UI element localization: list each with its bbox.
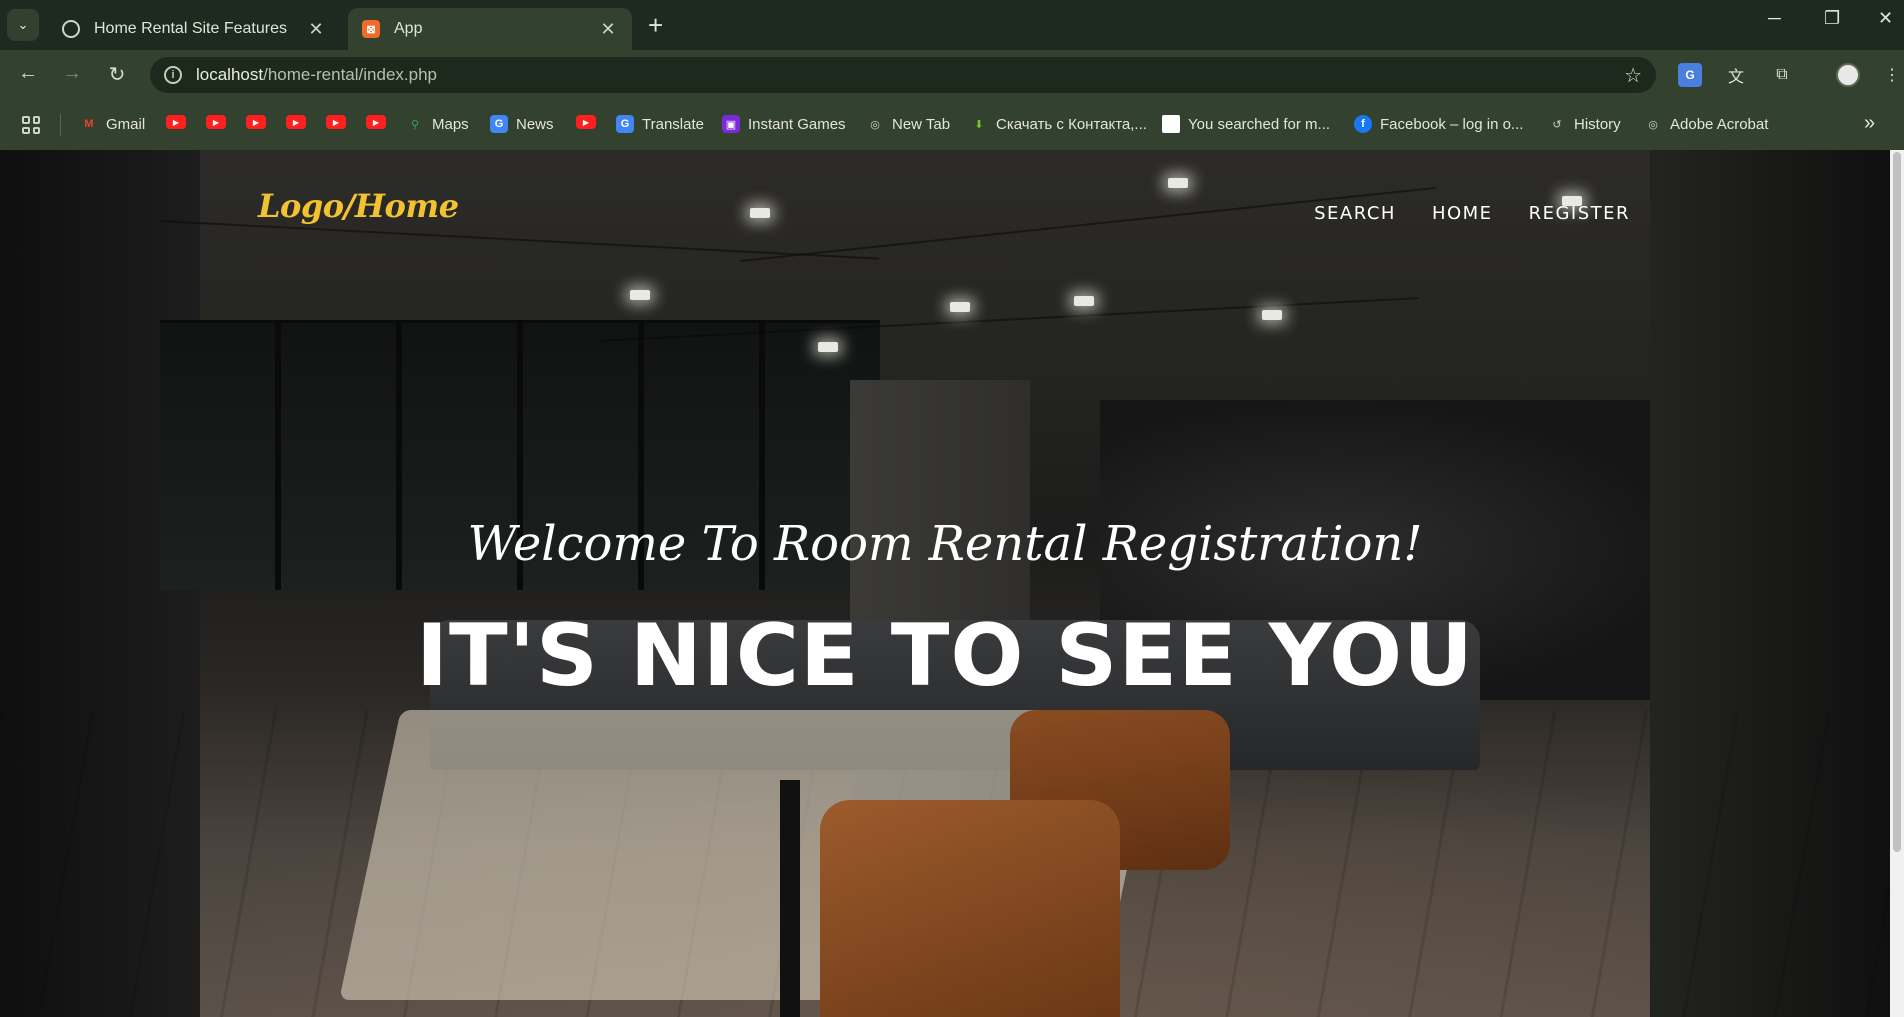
apps-grid-icon[interactable] <box>22 116 40 134</box>
site-logo[interactable]: Logo/Home <box>258 187 459 225</box>
tab-title: App <box>394 20 423 37</box>
page-viewport: Logo/Home SEARCH HOME REGISTER Welcome T… <box>0 150 1904 1017</box>
bookmark-adobe-acrobat[interactable]: ◎ Adobe Acrobat <box>1644 115 1768 133</box>
ceiling-spotlight <box>630 290 650 300</box>
youtube-icon: ▶ <box>246 115 266 129</box>
bookmark-download[interactable]: ⬇ Скачать с Контакта,... <box>970 115 1147 133</box>
background-chair <box>780 710 1260 1017</box>
tab-title: Home Rental Site Features <box>94 20 287 37</box>
bookmarks-bar: M Gmail ▶ ▶ ▶ ▶ ▶ ▶ ⚲ Maps G News ▶ G Transl… <box>0 100 1904 150</box>
bookmark-search[interactable]: You searched for m... <box>1162 115 1330 133</box>
youtube-icon: ▶ <box>206 115 226 129</box>
extensions-icon[interactable]: ⧉ <box>1770 63 1794 87</box>
page-icon <box>1162 115 1180 133</box>
profile-avatar[interactable] <box>1836 63 1860 87</box>
reload-icon[interactable]: ↻ <box>103 62 131 87</box>
ceiling-spotlight <box>750 208 770 218</box>
ceiling-rail <box>159 220 880 260</box>
bookmark-youtube[interactable]: ▶ <box>206 115 234 129</box>
nav-register-link[interactable]: REGISTER <box>1529 203 1630 224</box>
minimize-icon[interactable]: ─ <box>1768 8 1781 29</box>
gmail-icon: M <box>84 118 94 130</box>
youtube-icon: ▶ <box>326 115 346 129</box>
close-window-icon[interactable]: ✕ <box>1878 8 1893 29</box>
youtube-icon: ▶ <box>166 115 186 129</box>
bookmark-youtube[interactable]: ▶ <box>366 115 394 129</box>
news-icon: G <box>490 115 508 133</box>
history-icon: ↺ <box>1552 118 1562 131</box>
bookmark-star-icon[interactable]: ☆ <box>1624 63 1642 88</box>
bookmark-history[interactable]: ↺ History <box>1548 115 1620 133</box>
ceiling-spotlight <box>1262 310 1282 320</box>
bookmark-translate[interactable]: G Translate <box>616 115 704 133</box>
site-info-icon[interactable]: i <box>164 66 182 84</box>
globe-icon: ◎ <box>870 118 880 131</box>
chevron-down-icon: ⌄ <box>17 17 29 32</box>
bookmark-instant-games[interactable]: ▣ Instant Games <box>722 115 846 133</box>
bookmark-new-tab[interactable]: ◎ New Tab <box>866 115 950 133</box>
ceiling-spotlight <box>1168 178 1188 188</box>
bookmark-facebook[interactable]: f Facebook – log in o... <box>1354 115 1523 133</box>
facebook-icon: f <box>1354 115 1372 133</box>
back-icon[interactable]: ← <box>14 62 42 85</box>
divider <box>60 114 61 136</box>
translate-icon: G <box>616 115 634 133</box>
scrollbar-thumb[interactable] <box>1893 152 1901 852</box>
url-text[interactable]: localhost/home-rental/index.php <box>196 65 1624 85</box>
bookmark-youtube[interactable]: ▶ <box>326 115 354 129</box>
chatgpt-icon <box>62 20 80 38</box>
bookmark-news[interactable]: G News <box>490 115 554 133</box>
games-icon: ▣ <box>722 115 740 133</box>
hero-title: IT'S NICE TO SEE YOU <box>416 606 1474 706</box>
maps-pin-icon: ⚲ <box>410 118 420 131</box>
bookmark-youtube[interactable]: ▶ <box>166 115 194 129</box>
xampp-icon: ⊠ <box>362 20 380 38</box>
hero-subtitle: Welcome To Room Rental Registration! <box>467 516 1423 572</box>
close-icon[interactable]: ✕ <box>306 19 326 40</box>
youtube-icon: ▶ <box>286 115 306 129</box>
tab-search-button[interactable]: ⌄ <box>7 9 39 41</box>
translate-extension-icon[interactable]: 文 <box>1724 63 1748 87</box>
tab-strip: ⌄ Home Rental Site Features ✕ ⊠ App ✕ + … <box>0 0 1904 50</box>
download-arrow-icon: ⬇ <box>974 118 984 131</box>
ceiling-spotlight <box>950 302 970 312</box>
bookmark-youtube[interactable]: ▶ <box>576 115 604 129</box>
address-bar[interactable]: i localhost/home-rental/index.php ☆ <box>150 57 1656 93</box>
ceiling-rail <box>739 186 1437 262</box>
bookmark-youtube[interactable]: ▶ <box>286 115 314 129</box>
bookmark-youtube[interactable]: ▶ <box>246 115 274 129</box>
site-nav: SEARCH HOME REGISTER <box>1314 203 1630 224</box>
ceiling-spotlight <box>1074 296 1094 306</box>
forward-icon[interactable]: → <box>58 62 86 85</box>
ceiling-spotlight <box>818 342 838 352</box>
restore-icon[interactable]: ❐ <box>1824 8 1840 29</box>
globe-icon: ◎ <box>1648 118 1658 131</box>
youtube-icon: ▶ <box>366 115 386 129</box>
menu-kebab-icon[interactable]: ⋮ <box>1880 63 1904 87</box>
nav-search-link[interactable]: SEARCH <box>1314 203 1396 224</box>
bookmark-maps[interactable]: ⚲ Maps <box>406 115 469 133</box>
new-tab-button[interactable]: + <box>648 10 663 40</box>
bookmark-gmail[interactable]: M Gmail <box>80 115 145 133</box>
tab-app[interactable]: ⊠ App ✕ <box>348 8 632 50</box>
close-icon[interactable]: ✕ <box>598 19 618 40</box>
chevron-double-right-icon[interactable]: » <box>1864 112 1875 135</box>
browser-toolbar: ← → ↻ i localhost/home-rental/index.php … <box>0 50 1904 100</box>
tab-home-rental-features[interactable]: Home Rental Site Features ✕ <box>48 8 340 50</box>
nav-home-link[interactable]: HOME <box>1432 203 1493 224</box>
youtube-icon: ▶ <box>576 115 596 129</box>
page-scrollbar[interactable] <box>1890 150 1904 1017</box>
google-translate-icon[interactable]: G <box>1678 63 1702 87</box>
